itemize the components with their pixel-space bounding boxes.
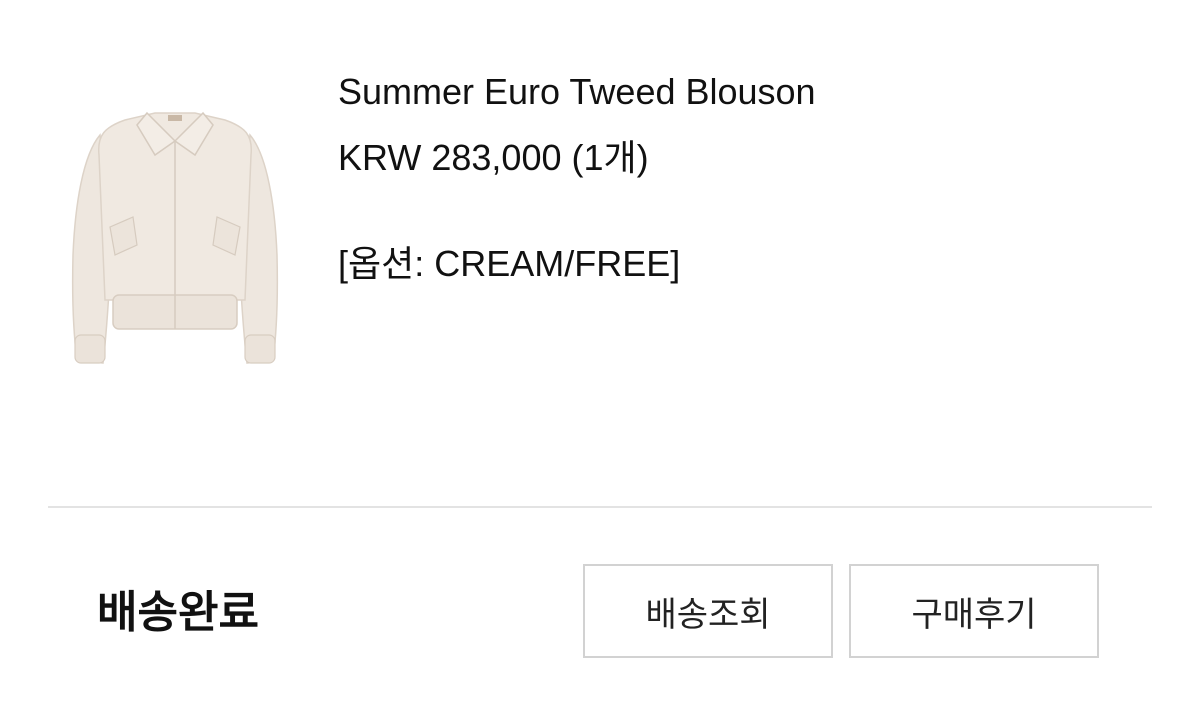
price-amount: 283,000 xyxy=(431,137,562,178)
jacket-image xyxy=(71,111,279,364)
order-status: 배송완료 xyxy=(97,588,259,637)
product-option: [옵션: CREAM/FREE] xyxy=(338,243,681,284)
write-review-button[interactable]: 구매후기 xyxy=(849,564,1099,658)
product-info: Summer Euro Tweed Blouson KRW 283,000 (1… xyxy=(338,70,816,286)
product-price-line: KRW 283,000 (1개) xyxy=(338,136,816,180)
product-title[interactable]: Summer Euro Tweed Blouson xyxy=(338,70,816,114)
divider xyxy=(48,506,1152,508)
quantity-label: (1개) xyxy=(571,137,649,178)
product-image[interactable] xyxy=(55,95,295,395)
price-currency: KRW xyxy=(338,137,422,178)
track-shipment-button[interactable]: 배송조회 xyxy=(583,564,833,658)
order-item-card: Summer Euro Tweed Blouson KRW 283,000 (1… xyxy=(0,0,1200,705)
